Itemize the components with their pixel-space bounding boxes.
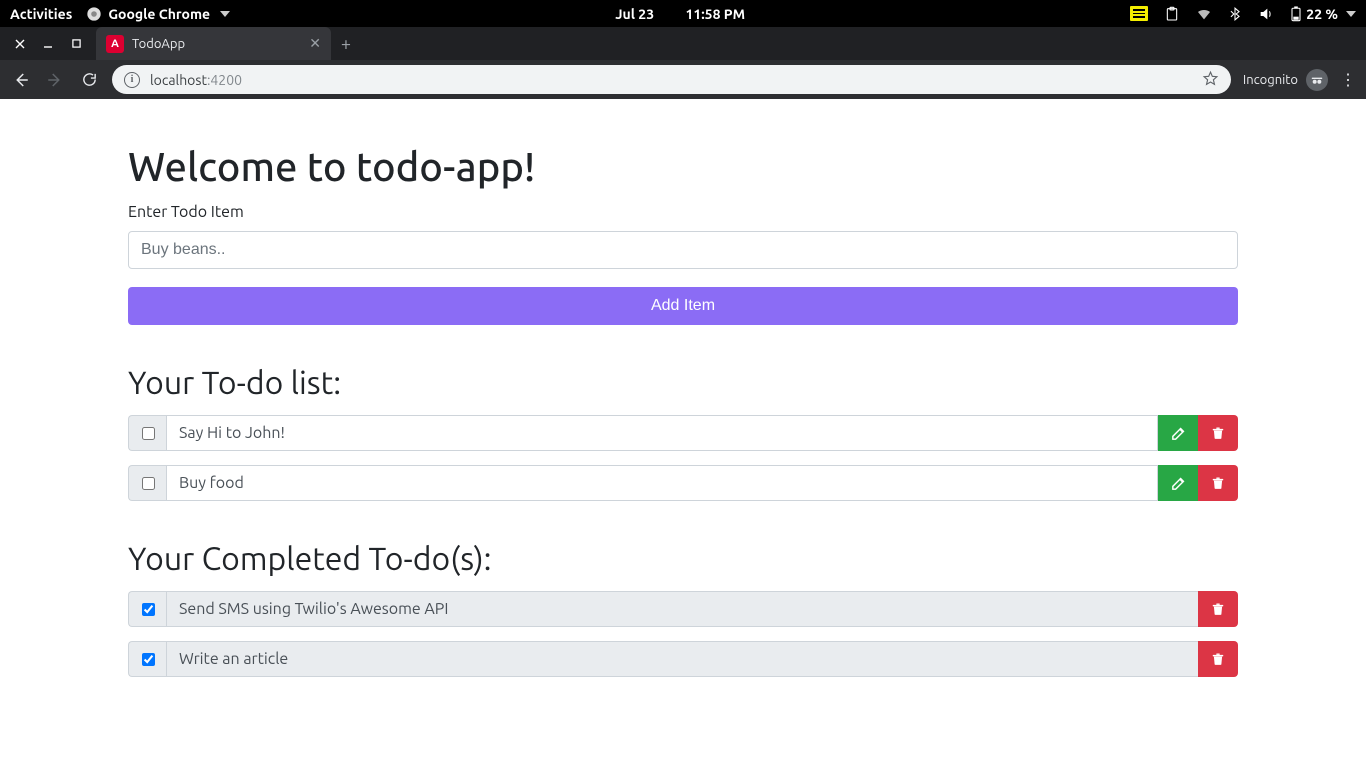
battery-icon bbox=[1290, 6, 1302, 22]
chrome-icon bbox=[86, 6, 102, 22]
todo-input-label: Enter Todo Item bbox=[128, 203, 1238, 221]
bluetooth-icon[interactable] bbox=[1228, 6, 1242, 22]
forward-button[interactable] bbox=[44, 69, 66, 91]
volume-icon[interactable] bbox=[1258, 6, 1274, 22]
browser-toolbar: i localhost:4200 Incognito ⋮ bbox=[0, 60, 1366, 99]
clock[interactable]: Jul 23 11:58 PM bbox=[615, 6, 745, 22]
todo-checkbox[interactable] bbox=[142, 653, 155, 666]
edit-button[interactable] bbox=[1158, 465, 1198, 501]
active-app-name: Google Chrome bbox=[108, 6, 210, 22]
angular-favicon-icon: A bbox=[106, 35, 124, 53]
edit-button[interactable] bbox=[1158, 415, 1198, 451]
delete-button[interactable] bbox=[1198, 641, 1238, 677]
chevron-down-icon bbox=[1346, 11, 1356, 17]
add-item-button[interactable]: Add Item bbox=[128, 287, 1238, 325]
clock-time: 11:58 PM bbox=[685, 6, 745, 22]
site-info-icon[interactable]: i bbox=[124, 72, 140, 88]
new-tab-button[interactable]: + bbox=[331, 34, 361, 54]
todo-text: Write an article bbox=[166, 641, 1198, 677]
todo-input[interactable] bbox=[128, 231, 1238, 269]
todo-text: Say Hi to John! bbox=[166, 415, 1158, 451]
todo-text: Buy food bbox=[166, 465, 1158, 501]
wifi-icon[interactable] bbox=[1196, 6, 1212, 22]
activities-button[interactable]: Activities bbox=[10, 6, 72, 22]
checkbox-wrapper bbox=[128, 465, 166, 501]
back-button[interactable] bbox=[10, 69, 32, 91]
list-item: Send SMS using Twilio's Awesome API bbox=[128, 591, 1238, 627]
chevron-down-icon bbox=[220, 11, 230, 17]
browser-titlebar: A TodoApp ✕ + bbox=[0, 27, 1366, 60]
url-text: localhost:4200 bbox=[150, 72, 242, 88]
delete-button[interactable] bbox=[1198, 591, 1238, 627]
checkbox-wrapper bbox=[128, 641, 166, 677]
clipboard-icon[interactable] bbox=[1164, 6, 1180, 22]
battery-indicator[interactable]: 22 % bbox=[1290, 6, 1356, 22]
checkbox-wrapper bbox=[128, 591, 166, 627]
checkbox-wrapper bbox=[128, 415, 166, 451]
browser-tab[interactable]: A TodoApp ✕ bbox=[96, 27, 331, 60]
list-item: Buy food bbox=[128, 465, 1238, 501]
app-container: Welcome to todo-app! Enter Todo Item Add… bbox=[128, 99, 1238, 731]
os-top-bar: Activities Google Chrome Jul 23 11:58 PM… bbox=[0, 0, 1366, 27]
incognito-icon bbox=[1306, 69, 1328, 91]
tab-close-button[interactable]: ✕ bbox=[309, 35, 321, 52]
incognito-indicator[interactable]: Incognito bbox=[1243, 69, 1328, 91]
window-maximize-button[interactable] bbox=[62, 30, 90, 58]
incognito-label: Incognito bbox=[1243, 73, 1298, 87]
completed-list-heading: Your Completed To-do(s): bbox=[128, 541, 1238, 577]
tab-title: TodoApp bbox=[132, 37, 301, 51]
todo-checkbox[interactable] bbox=[142, 427, 155, 440]
todo-list: Say Hi to John! Buy food bbox=[128, 415, 1238, 501]
active-app-indicator[interactable]: Google Chrome bbox=[86, 6, 230, 22]
completed-list: Send SMS using Twilio's Awesome API Write… bbox=[128, 591, 1238, 677]
battery-percent: 22 % bbox=[1306, 6, 1338, 22]
notes-indicator-icon[interactable] bbox=[1130, 6, 1148, 21]
page-title: Welcome to todo-app! bbox=[128, 144, 1238, 189]
todo-checkbox[interactable] bbox=[142, 477, 155, 490]
todo-checkbox[interactable] bbox=[142, 603, 155, 616]
todo-text: Send SMS using Twilio's Awesome API bbox=[166, 591, 1198, 627]
browser-menu-button[interactable]: ⋮ bbox=[1340, 70, 1356, 89]
address-bar[interactable]: i localhost:4200 bbox=[112, 65, 1231, 94]
clock-date: Jul 23 bbox=[615, 6, 654, 22]
delete-button[interactable] bbox=[1198, 415, 1238, 451]
bookmark-star-icon[interactable] bbox=[1202, 70, 1219, 90]
delete-button[interactable] bbox=[1198, 465, 1238, 501]
reload-button[interactable] bbox=[78, 69, 100, 91]
page-viewport: Welcome to todo-app! Enter Todo Item Add… bbox=[0, 99, 1366, 768]
window-minimize-button[interactable] bbox=[34, 30, 62, 58]
list-item: Say Hi to John! bbox=[128, 415, 1238, 451]
window-close-button[interactable] bbox=[6, 30, 34, 58]
list-item: Write an article bbox=[128, 641, 1238, 677]
todo-list-heading: Your To-do list: bbox=[128, 365, 1238, 401]
